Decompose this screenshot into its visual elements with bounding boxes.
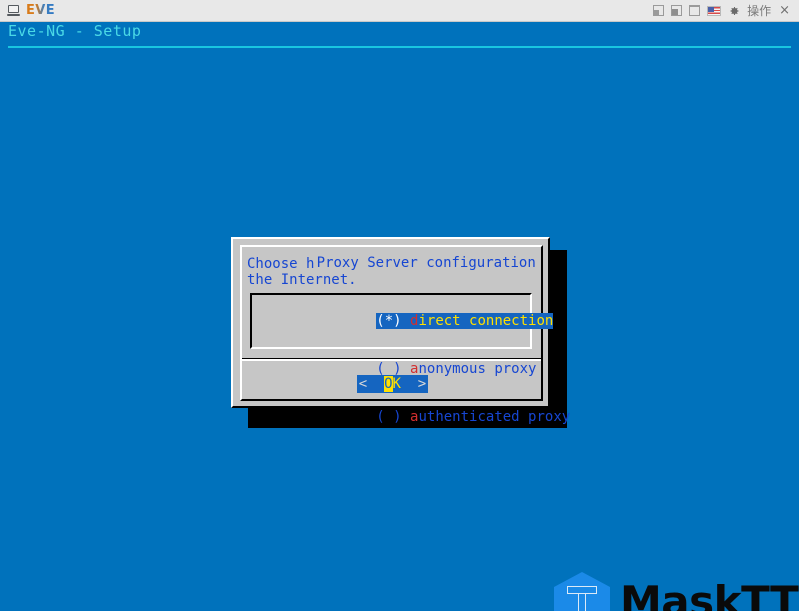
app-title: EVE — [26, 3, 56, 18]
restore-down-icon[interactable] — [653, 5, 665, 16]
keyboard-layout-flag-icon[interactable] — [707, 5, 722, 16]
list-item-direct-connection[interactable]: (*) direct connection — [252, 297, 554, 345]
watermark: MaskTT — [554, 572, 799, 611]
ok-button[interactable]: < OK > — [356, 375, 429, 393]
title-bar-left-group: EVE — [0, 3, 55, 18]
watermark-hexagon-logo-icon — [554, 572, 610, 611]
dialog-title: Proxy Server configuration — [233, 239, 552, 287]
operations-menu-label[interactable]: 操作 — [747, 2, 771, 19]
list-item-label-direct-connection: irect connection — [418, 313, 554, 329]
radio-mark-authenticated-proxy: ( ) — [376, 409, 402, 425]
list-item-authenticated-proxy[interactable]: ( ) authenticated proxy — [252, 393, 570, 441]
gear-icon[interactable] — [728, 5, 740, 17]
proxy-configuration-dialog: Proxy Server configuration Choose how th… — [231, 237, 570, 425]
title-bar-right-group: 操作 × — [653, 2, 799, 19]
radio-mark-direct-connection: (*) — [376, 313, 402, 329]
console-header-title: Eve-NG - Setup — [8, 22, 142, 40]
watermark-letter-t — [567, 586, 597, 611]
monitor-icon — [7, 4, 20, 17]
ok-button-label-rest: K — [392, 376, 401, 392]
dialog-button-row: < OK > — [233, 375, 552, 393]
watermark-text: MaskTT — [620, 577, 799, 611]
ok-button-left-arrow: < — [358, 376, 368, 392]
vm-console-screen: Eve-NG - Setup Proxy Server configuratio… — [0, 22, 799, 611]
proxy-option-list[interactable]: (*) direct connection ( ) anonymous prox… — [250, 293, 570, 425]
close-icon[interactable]: × — [778, 4, 791, 17]
title-bar: EVE 操作 × — [0, 0, 799, 22]
console-header-divider — [8, 46, 791, 48]
maximize-icon[interactable] — [671, 5, 683, 16]
ok-button-cursor-char: O — [384, 376, 393, 392]
application-window: EVE 操作 × Eve-NG - Setup Proxy Server con… — [0, 0, 799, 611]
list-item-label-authenticated-proxy: uthenticated proxy — [418, 409, 571, 425]
ok-button-right-arrow: > — [417, 376, 427, 392]
window-icon[interactable] — [689, 5, 701, 16]
dialog-title-text: Proxy Server configuration — [313, 255, 539, 271]
